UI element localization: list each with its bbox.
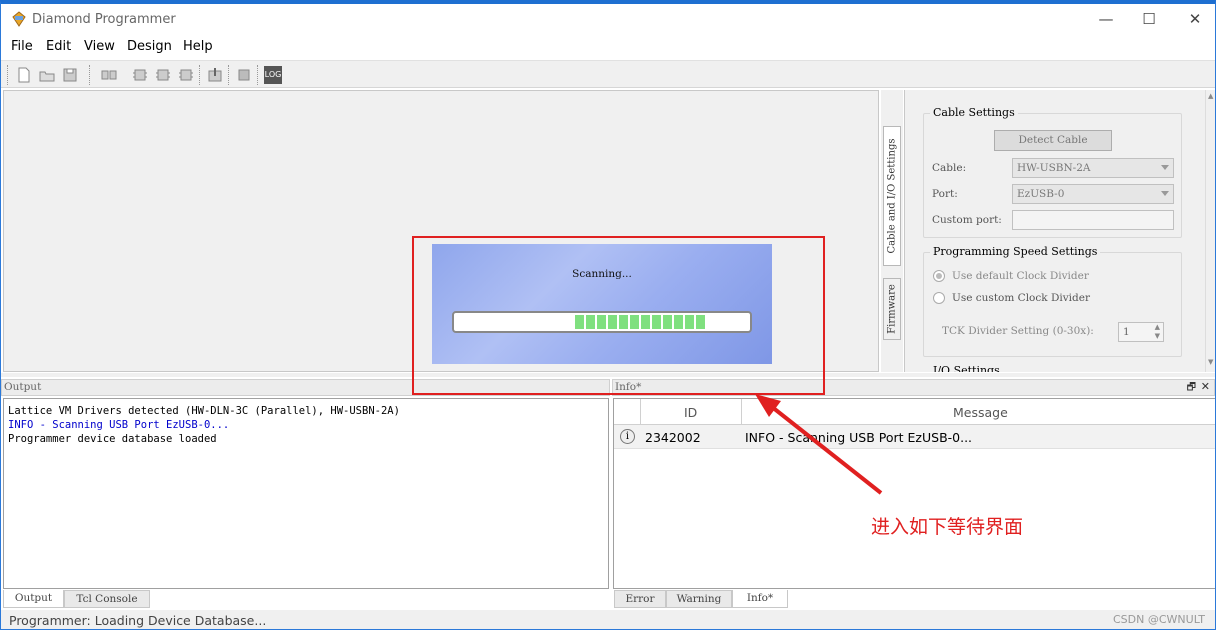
tab-firmware[interactable]: Firmware (883, 278, 901, 340)
log-line: Programmer device database loaded (8, 433, 217, 445)
cable-settings-label: Cable Settings (930, 106, 1018, 119)
chevron-down-icon (1161, 165, 1169, 170)
port-select-value: EzUSB-0 (1017, 188, 1065, 200)
tck-divider-label: TCK Divider Setting (0-30x): (942, 325, 1094, 337)
info-icon: i (620, 429, 635, 444)
menu-file[interactable]: File (11, 39, 33, 54)
custom-port-input[interactable] (1012, 210, 1174, 230)
annotation-arrow-icon (755, 394, 883, 495)
info-table: ID Message i 2342002 INFO - Scanning USB… (613, 398, 1215, 589)
scroll-up-icon[interactable]: ▲ (1208, 92, 1213, 100)
tab-error[interactable]: Error (614, 590, 666, 608)
io-settings-label: I/O Settings (933, 364, 1000, 372)
side-tab-strip: Cable and I/O Settings Firmware (881, 90, 903, 372)
status-text: Programmer: Loading Device Database... (9, 613, 267, 628)
tab-firmware-label: Firmware (886, 284, 898, 334)
radio-custom-clock[interactable] (933, 292, 945, 304)
chip-3-icon[interactable] (177, 66, 195, 84)
programming-speed-label: Programming Speed Settings (930, 245, 1101, 258)
diamond-app-icon (12, 11, 26, 27)
cable-select[interactable]: HW-USBN-2A (1012, 158, 1174, 178)
menu-help[interactable]: Help (183, 39, 213, 54)
restore-panel-icon[interactable]: 🗗 (1187, 380, 1196, 397)
open-file-icon[interactable] (38, 66, 56, 84)
scroll-down-icon[interactable]: ▼ (1208, 358, 1213, 366)
app-window: Diamond Programmer — ☐ ✕ File Edit View … (0, 0, 1216, 630)
tab-info[interactable]: Info* (732, 590, 788, 608)
maximize-button[interactable]: ☐ (1140, 10, 1158, 28)
highlight-box (412, 236, 825, 395)
watermark-text: CSDN @CWNULT (1113, 613, 1206, 626)
programming-speed-group: Programming Speed Settings Use default C… (923, 245, 1182, 357)
minimize-button[interactable]: — (1097, 10, 1115, 28)
new-file-icon[interactable] (15, 66, 33, 84)
radio-default-clock-label: Use default Clock Divider (952, 270, 1089, 282)
cable-settings-group: Cable Settings Detect Cable Cable: HW-US… (923, 106, 1182, 238)
log-line: Lattice VM Drivers detected (HW-DLN-3C (… (8, 405, 400, 417)
chevron-down-icon (1161, 191, 1169, 196)
log-icon[interactable]: LOG (264, 66, 282, 84)
chip-2-icon[interactable] (154, 66, 172, 84)
program-icon[interactable] (206, 66, 224, 84)
output-log: Lattice VM Drivers detected (HW-DLN-3C (… (3, 398, 609, 589)
log-line: INFO - Scanning USB Port EzUSB-0... (8, 419, 230, 431)
menu-bar: File Edit View Design Help (1, 34, 1215, 60)
radio-default-clock[interactable] (933, 270, 945, 282)
toolbar-grip (7, 65, 9, 85)
table-row[interactable]: i 2342002 INFO - Scanning USB Port EzUSB… (614, 425, 1215, 449)
settings-panel: Cable Settings Detect Cable Cable: HW-US… (904, 90, 1205, 372)
output-header-label: Output (4, 381, 42, 393)
settings-scrollbar[interactable]: ▲ ▼ (1205, 90, 1215, 372)
toolbar-separator (257, 65, 259, 85)
spinner-arrows-icon[interactable]: ▲ ▼ (1155, 323, 1160, 341)
toolbar-separator (89, 65, 91, 85)
tab-output[interactable]: Output (3, 590, 64, 608)
status-bar: Programmer: Loading Device Database... (1, 610, 1215, 629)
menu-view[interactable]: View (84, 39, 115, 54)
detect-cable-button[interactable]: Detect Cable (994, 130, 1112, 151)
toolbar: LOG (1, 60, 1215, 88)
tab-cable-io-label: Cable and I/O Settings (886, 138, 898, 254)
toolbar-separator (228, 65, 230, 85)
chip-1-icon[interactable] (131, 66, 149, 84)
cable-label: Cable: (932, 162, 967, 174)
toolbar-separator (199, 65, 201, 85)
close-button[interactable]: ✕ (1186, 10, 1204, 28)
column-message[interactable]: Message (953, 405, 1008, 420)
column-id[interactable]: ID (684, 405, 697, 420)
annotation-text: 进入如下等待界面 (871, 516, 1024, 538)
menu-edit[interactable]: Edit (46, 39, 71, 54)
info-table-header: ID Message (614, 399, 1215, 425)
window-title: Diamond Programmer (32, 12, 176, 27)
tab-warning[interactable]: Warning (666, 590, 732, 608)
port-select[interactable]: EzUSB-0 (1012, 184, 1174, 204)
tck-divider-value: 1 (1123, 326, 1130, 338)
chip-chain-icon[interactable] (100, 66, 118, 84)
custom-port-label: Custom port: (932, 214, 1002, 226)
close-panel-icon[interactable]: ✕ (1201, 380, 1210, 393)
port-label: Port: (932, 188, 958, 200)
cable-select-value: HW-USBN-2A (1017, 162, 1091, 174)
tck-divider-spinner[interactable]: 1 ▲ ▼ (1118, 322, 1164, 342)
title-bar: Diamond Programmer — ☐ ✕ (1, 4, 1215, 34)
tab-tcl-console[interactable]: Tcl Console (64, 590, 150, 608)
device-icon[interactable] (235, 66, 253, 84)
radio-custom-clock-label: Use custom Clock Divider (952, 292, 1090, 304)
save-icon[interactable] (61, 66, 79, 84)
menu-design[interactable]: Design (127, 39, 172, 54)
row-id: 2342002 (645, 430, 701, 445)
tab-cable-io-settings[interactable]: Cable and I/O Settings (883, 126, 901, 266)
